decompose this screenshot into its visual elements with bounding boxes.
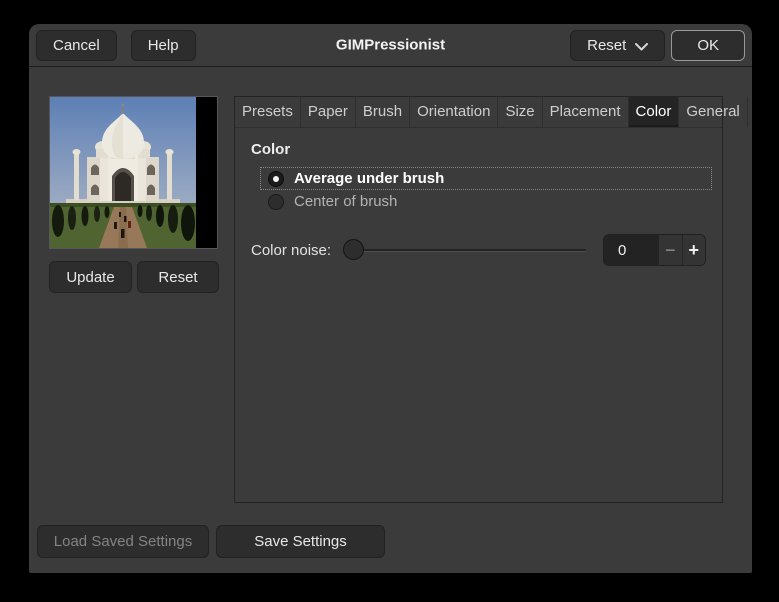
- color-source-radio-group: Average under brush Center of brush: [260, 167, 712, 213]
- preview-frame: [49, 96, 218, 249]
- tab-paper[interactable]: Paper: [301, 97, 356, 127]
- tab-bar: Presets Paper Brush Orientation Size Pla…: [235, 97, 748, 128]
- load-saved-settings-button[interactable]: Load Saved Settings: [37, 525, 209, 558]
- radio-row-center-of-brush[interactable]: Center of brush: [260, 190, 712, 213]
- tab-size[interactable]: Size: [498, 97, 543, 127]
- preview-image-taj-mahal: [50, 97, 196, 248]
- decrement-button[interactable]: −: [658, 235, 682, 265]
- radio-label-center-of-brush: Center of brush: [294, 193, 398, 210]
- tab-color[interactable]: Color: [628, 97, 680, 127]
- window-title: GIMPressionist: [335, 36, 446, 54]
- help-button[interactable]: Help: [130, 29, 196, 61]
- tab-presets[interactable]: Presets: [235, 97, 301, 127]
- save-settings-button[interactable]: Save Settings: [216, 525, 385, 558]
- titlebar: Cancel Help GIMPressionist Reset OK: [29, 24, 752, 67]
- reset-dropdown-button[interactable]: Reset: [570, 29, 666, 61]
- color-noise-slider[interactable]: [343, 238, 587, 262]
- titlebar-left: Cancel Help: [36, 29, 196, 61]
- color-section-heading: Color: [251, 141, 291, 158]
- plus-icon: +: [688, 239, 700, 260]
- radio-unselected-icon[interactable]: [268, 193, 284, 210]
- chevron-down-icon: [635, 38, 649, 55]
- gimpressionist-dialog: Cancel Help GIMPressionist Reset OK Upda…: [29, 24, 752, 573]
- cancel-button[interactable]: Cancel: [36, 29, 117, 61]
- reset-dropdown-label: Reset: [587, 36, 627, 54]
- slider-track[interactable]: [345, 249, 587, 251]
- radio-selected-icon[interactable]: [268, 170, 284, 187]
- tab-brush[interactable]: Brush: [356, 97, 411, 127]
- minus-icon: −: [665, 239, 676, 260]
- ok-button[interactable]: OK: [671, 29, 745, 61]
- radio-row-average-under-brush[interactable]: Average under brush: [260, 167, 712, 190]
- tab-general[interactable]: General: [679, 97, 748, 127]
- titlebar-right: Reset OK: [570, 29, 745, 61]
- update-button[interactable]: Update: [49, 261, 132, 293]
- preview-reset-button[interactable]: Reset: [137, 261, 219, 293]
- color-noise-value-field[interactable]: 0: [604, 235, 659, 265]
- color-panel: Color Average under brush Center of brus…: [235, 128, 722, 279]
- color-noise-row: Color noise: 0 − +: [251, 234, 706, 266]
- color-noise-label: Color noise:: [251, 241, 332, 259]
- color-noise-spinbox: 0 − +: [603, 234, 706, 266]
- tab-placement[interactable]: Placement: [543, 97, 629, 127]
- radio-label-average-under-brush: Average under brush: [294, 170, 445, 187]
- tab-orientation[interactable]: Orientation: [410, 97, 499, 127]
- radio-dot: [273, 175, 279, 182]
- settings-notebook: Presets Paper Brush Orientation Size Pla…: [234, 96, 748, 503]
- slider-handle[interactable]: [343, 239, 365, 260]
- increment-button[interactable]: +: [681, 235, 706, 265]
